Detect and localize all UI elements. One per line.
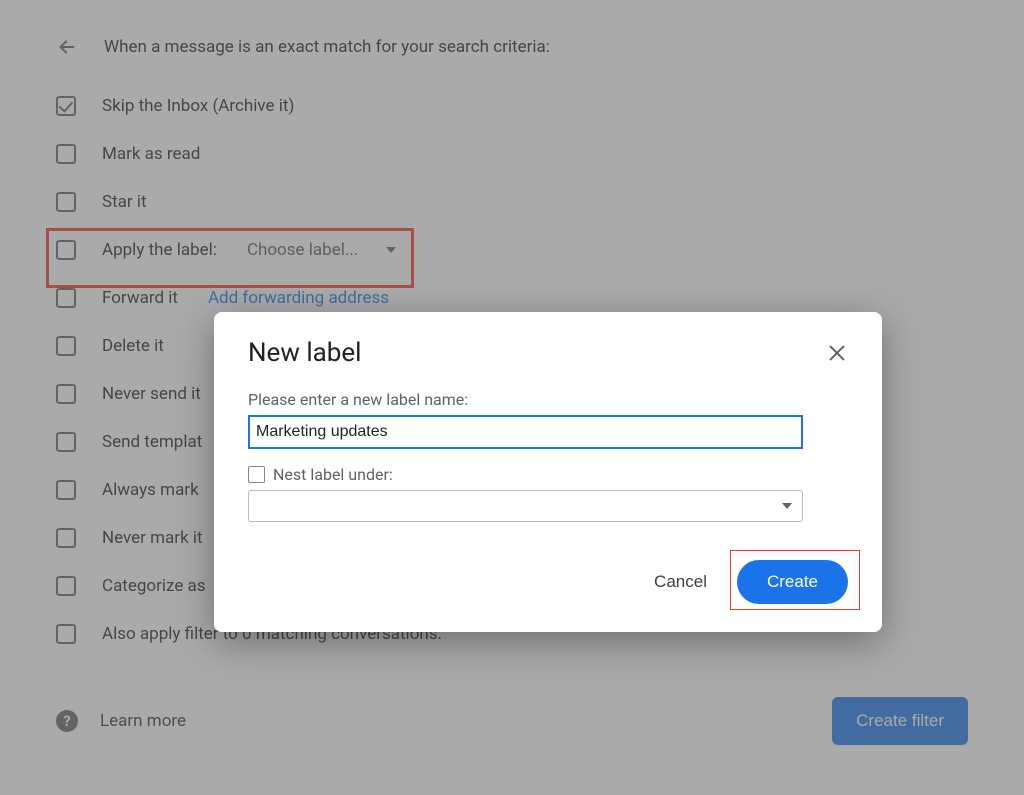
cancel-button[interactable]: Cancel xyxy=(648,571,713,593)
nest-checkbox[interactable] xyxy=(248,466,265,483)
modal-prompt: Please enter a new label name: xyxy=(248,390,848,409)
modal-title: New label xyxy=(248,338,362,368)
filter-settings-screen: When a message is an exact match for you… xyxy=(0,0,1024,795)
nest-parent-dropdown[interactable] xyxy=(248,490,803,522)
close-icon[interactable] xyxy=(826,342,848,364)
create-button[interactable]: Create xyxy=(737,560,848,604)
label-name-input[interactable] xyxy=(248,415,803,449)
new-label-modal: New label Please enter a new label name:… xyxy=(214,312,882,632)
chevron-down-icon xyxy=(782,503,792,509)
nest-label-text: Nest label under: xyxy=(273,465,393,484)
